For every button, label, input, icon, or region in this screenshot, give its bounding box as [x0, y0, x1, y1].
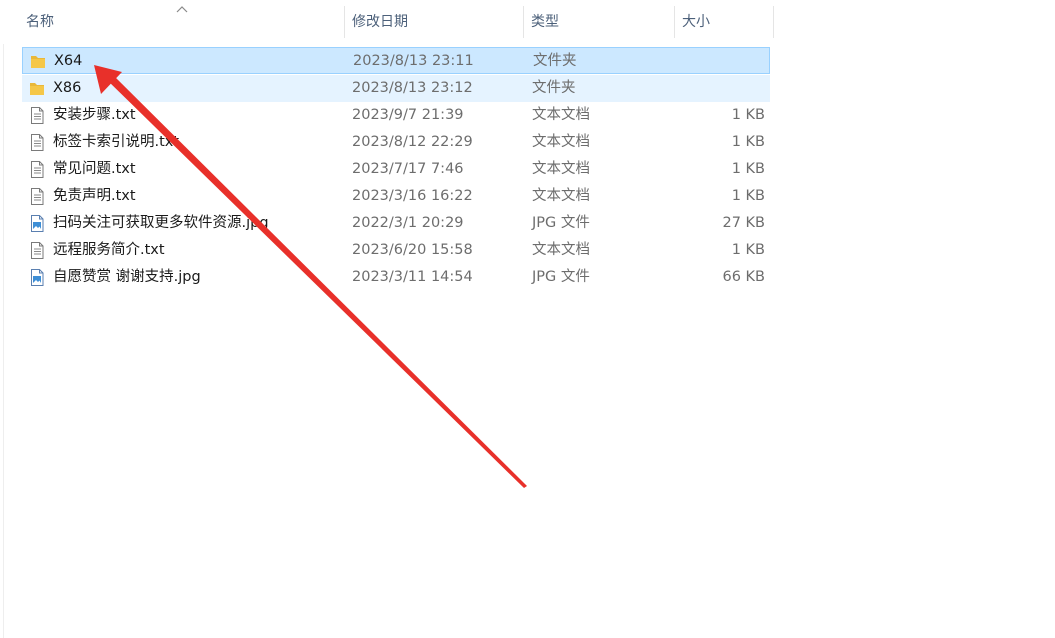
file-name: X64: [54, 53, 83, 69]
file-type: 文本文档: [532, 107, 590, 123]
file-type: 文本文档: [532, 188, 590, 204]
column-header-size[interactable]: 大小: [682, 0, 772, 44]
file-modified-date: 2023/6/20 15:58: [352, 242, 473, 258]
file-row[interactable]: 扫码关注可获取更多软件资源.jpg 2022/3/1 20:29 JPG 文件 27 …: [22, 210, 770, 237]
file-modified-date: 2023/3/16 16:22: [352, 188, 473, 204]
folder-icon: [29, 80, 45, 97]
file-type: 文本文档: [532, 161, 590, 177]
column-header-modified[interactable]: 修改日期: [352, 0, 522, 44]
file-modified-date: 2023/3/11 14:54: [352, 269, 473, 285]
file-size: 1 KB: [731, 134, 765, 150]
file-name: 安装步骤.txt: [53, 107, 136, 123]
file-row[interactable]: X86 2023/8/13 23:12 文件夹: [22, 75, 770, 102]
file-type: 文件夹: [532, 80, 576, 96]
file-name: 免责声明.txt: [53, 188, 136, 204]
file-type: JPG 文件: [532, 215, 590, 231]
file-type: JPG 文件: [532, 269, 590, 285]
file-name: 标签卡索引说明.txt: [53, 134, 180, 150]
file-size: 1 KB: [731, 242, 765, 258]
text-file-icon: [29, 161, 45, 178]
file-list-pane: 名称 修改日期 类型 大小 X64 2023/8/13 23:11 文件夹 X86 20…: [0, 0, 1055, 638]
file-size: 1 KB: [731, 188, 765, 204]
file-type: 文本文档: [532, 242, 590, 258]
file-name: 常见问题.txt: [53, 161, 136, 177]
pane-left-border: [3, 0, 4, 638]
file-modified-date: 2023/7/17 7:46: [352, 161, 464, 177]
sort-ascending-icon: [176, 6, 188, 13]
file-type: 文件夹: [533, 53, 577, 69]
file-size: 66 KB: [722, 269, 765, 285]
file-name: 扫码关注可获取更多软件资源.jpg: [53, 215, 269, 231]
file-modified-date: 2023/8/13 23:11: [353, 53, 474, 69]
file-name: X86: [53, 80, 82, 96]
column-header-modified-label: 修改日期: [352, 14, 408, 30]
file-size: 27 KB: [722, 215, 765, 231]
file-row[interactable]: 标签卡索引说明.txt 2023/8/12 22:29 文本文档 1 KB: [22, 129, 770, 156]
text-file-icon: [29, 107, 45, 124]
file-modified-date: 2023/9/7 21:39: [352, 107, 464, 123]
column-divider[interactable]: [674, 6, 675, 38]
file-modified-date: 2022/3/1 20:29: [352, 215, 464, 231]
column-divider[interactable]: [773, 6, 774, 38]
text-file-icon: [29, 242, 45, 259]
column-header-bar: 名称 修改日期 类型 大小: [0, 0, 1055, 44]
file-row[interactable]: 安装步骤.txt 2023/9/7 21:39 文本文档 1 KB: [22, 102, 770, 129]
file-name: 自愿赞赏 谢谢支持.jpg: [53, 269, 201, 285]
column-header-type[interactable]: 类型: [531, 0, 671, 44]
text-file-icon: [29, 134, 45, 151]
folder-icon: [30, 53, 46, 70]
file-row[interactable]: 远程服务简介.txt 2023/6/20 15:58 文本文档 1 KB: [22, 237, 770, 264]
column-header-type-label: 类型: [531, 14, 559, 30]
file-size: 1 KB: [731, 161, 765, 177]
text-file-icon: [29, 188, 45, 205]
file-type: 文本文档: [532, 134, 590, 150]
file-row[interactable]: 免责声明.txt 2023/3/16 16:22 文本文档 1 KB: [22, 183, 770, 210]
file-size: 1 KB: [731, 107, 765, 123]
image-file-icon: [29, 269, 45, 286]
column-divider[interactable]: [344, 6, 345, 38]
column-divider[interactable]: [523, 6, 524, 38]
column-header-size-label: 大小: [682, 14, 710, 30]
file-modified-date: 2023/8/12 22:29: [352, 134, 473, 150]
column-header-name-label: 名称: [26, 14, 54, 30]
file-modified-date: 2023/8/13 23:12: [352, 80, 473, 96]
image-file-icon: [29, 215, 45, 232]
file-row[interactable]: 自愿赞赏 谢谢支持.jpg 2023/3/11 14:54 JPG 文件 66 KB: [22, 264, 770, 291]
file-row[interactable]: X64 2023/8/13 23:11 文件夹: [22, 47, 770, 74]
file-name: 远程服务简介.txt: [53, 242, 165, 258]
file-row[interactable]: 常见问题.txt 2023/7/17 7:46 文本文档 1 KB: [22, 156, 770, 183]
